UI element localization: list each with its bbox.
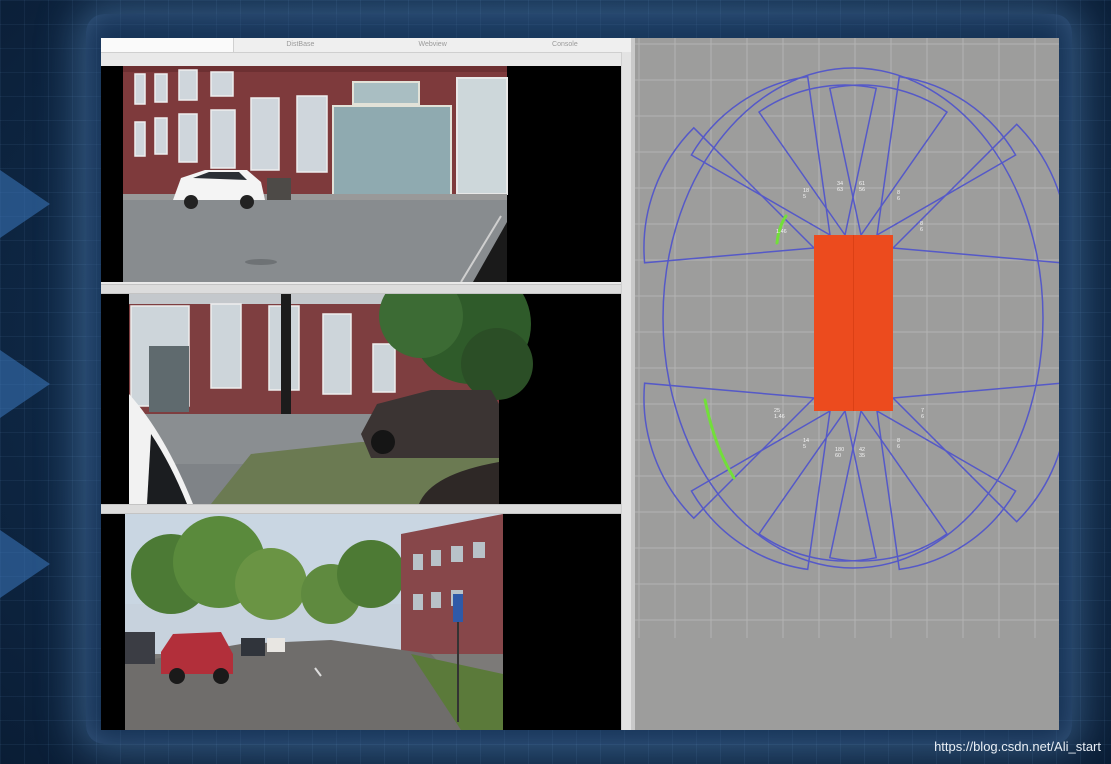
sensor-label-l2: 34 63 bbox=[837, 181, 843, 193]
sensor-label-l10: 180 60 bbox=[835, 447, 844, 459]
sensor-sector-9 bbox=[690, 409, 831, 571]
camera-front-feed bbox=[101, 66, 621, 282]
detection-arc-2 bbox=[703, 398, 736, 480]
sensor-sector-7 bbox=[643, 382, 816, 520]
sensor-label-l1: 18 5 bbox=[803, 188, 809, 200]
tab-bar: DistBase Webview Console bbox=[101, 38, 631, 53]
feed-divider-1 bbox=[101, 284, 621, 294]
decor-chevron-1 bbox=[0, 170, 50, 238]
feed-divider-2 bbox=[101, 504, 621, 514]
app-screen: DistBase Webview Console 18 5 34 63 61 5… bbox=[101, 38, 1059, 730]
watermark: https://blog.csdn.net/Ali_start bbox=[934, 739, 1101, 754]
decor-chevron-3 bbox=[0, 530, 50, 598]
sensor-sector-2 bbox=[757, 84, 878, 237]
sensor-label-l11: 42 35 bbox=[859, 447, 865, 459]
sensor-sector-5 bbox=[643, 126, 816, 264]
tab-webview[interactable]: Webview bbox=[367, 38, 499, 52]
sensor-label-l3: 61 56 bbox=[859, 181, 865, 193]
sensor-label-l5: 1.46 bbox=[776, 229, 787, 235]
sensor-label-l6: 86 bbox=[920, 221, 923, 233]
camera-pane: DistBase Webview Console bbox=[101, 38, 632, 730]
decor-chevron-2 bbox=[0, 350, 50, 418]
sensor-label-l8: 76 bbox=[921, 408, 924, 420]
radar-view[interactable]: 18 5 34 63 61 56 86 1.46 86 25 1.46 76 14 5 1… bbox=[635, 38, 1059, 730]
camera-side-feed bbox=[101, 294, 621, 504]
sensor-sector-10 bbox=[757, 409, 878, 562]
sensor-label-l12: 86 bbox=[897, 438, 900, 450]
camera-rear-feed bbox=[101, 514, 621, 730]
sensor-sector-12 bbox=[876, 409, 1017, 571]
tab-distbase[interactable]: DistBase bbox=[234, 38, 366, 52]
sensor-label-l4: 86 bbox=[897, 190, 900, 202]
sensor-label-l9: 14 5 bbox=[803, 438, 809, 450]
tab-main[interactable] bbox=[101, 38, 235, 52]
tab-console[interactable]: Console bbox=[499, 38, 631, 52]
